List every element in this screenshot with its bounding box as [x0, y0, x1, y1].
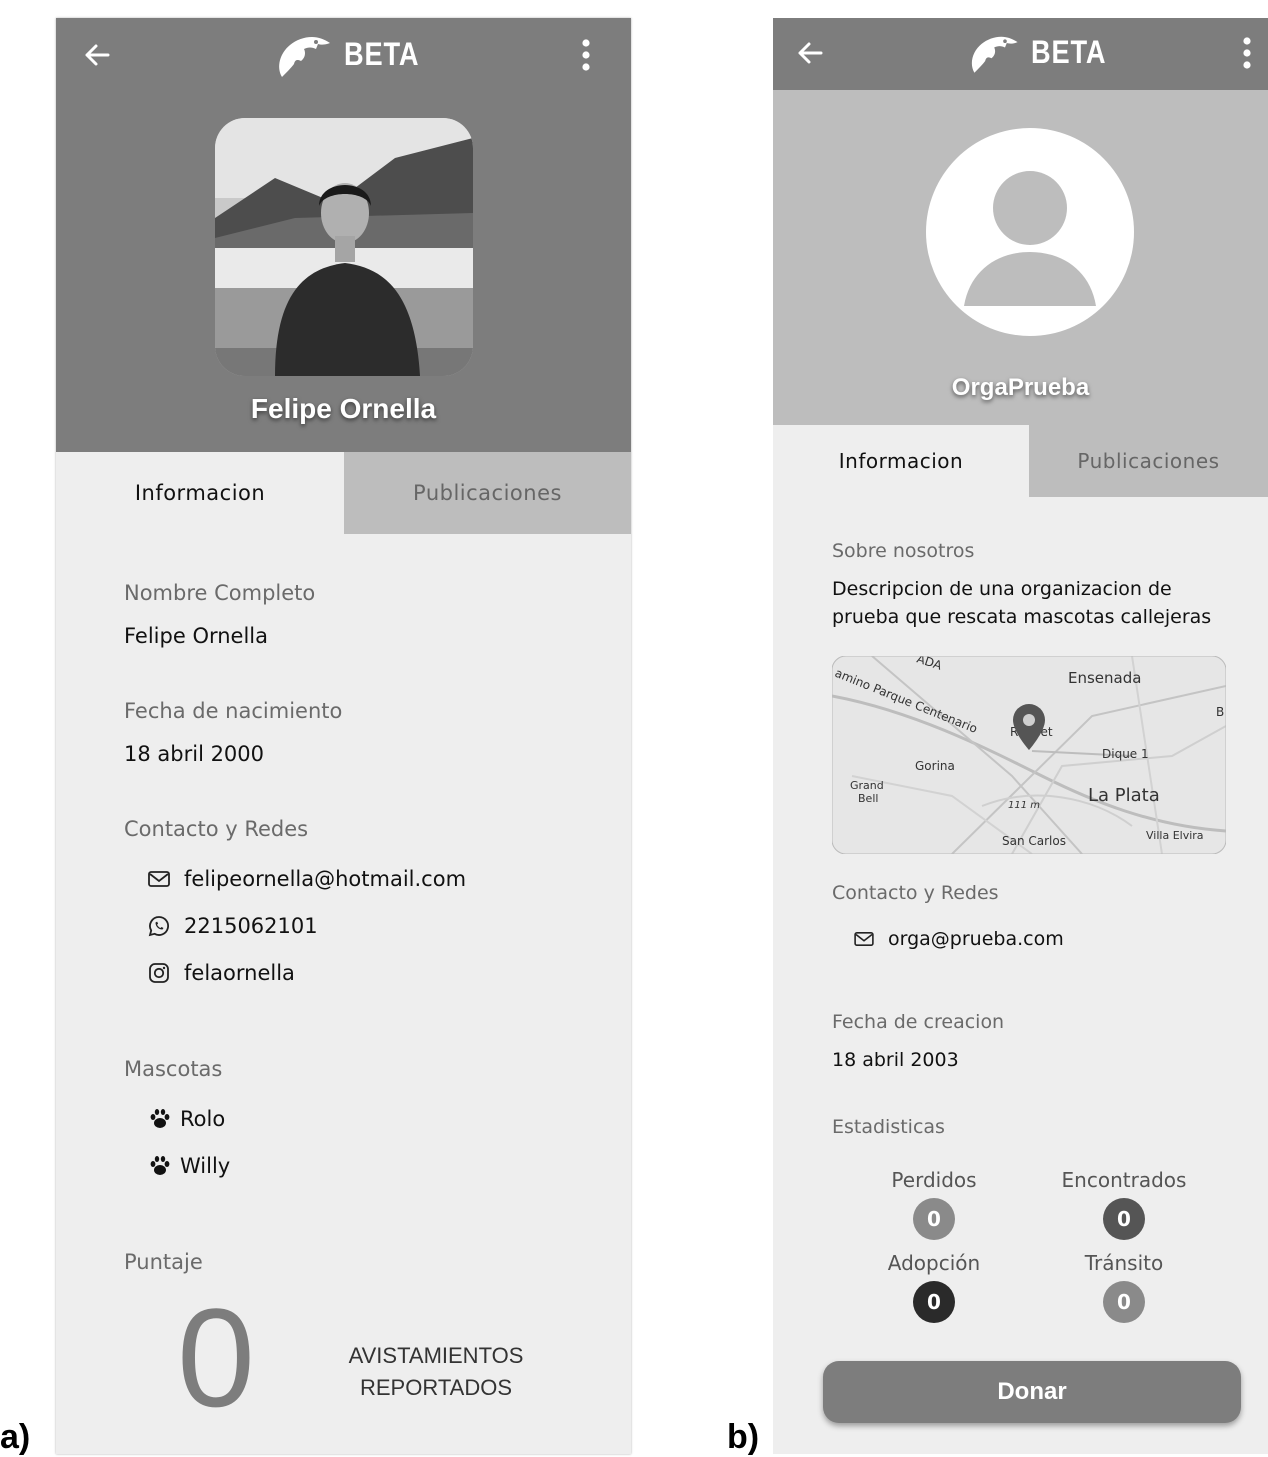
tab-publicaciones[interactable]: Publicaciones: [1029, 425, 1268, 497]
birth-date-label: Fecha de nacimiento: [124, 699, 343, 723]
logo-text: BETA: [344, 35, 420, 72]
stat-encontrados: Encontrados 0: [1054, 1168, 1194, 1240]
map-label-b: B: [1216, 705, 1224, 719]
panel-label-b: b): [727, 1418, 760, 1456]
instagram-icon: [149, 963, 169, 983]
contact-whatsapp: 2215062101: [184, 914, 318, 938]
dog-logo-icon: [279, 37, 330, 77]
stat-perdidos: Perdidos 0: [864, 1168, 1004, 1240]
score-value: 0: [177, 1279, 255, 1436]
profile-name: OrgaPrueba: [951, 374, 1090, 401]
more-vert-icon[interactable]: [1241, 36, 1253, 70]
back-arrow-icon[interactable]: [795, 38, 825, 68]
score-caption-line2: REPORTADOS: [360, 1375, 512, 1400]
stat-label: Encontrados: [1061, 1168, 1187, 1192]
score-label: Puntaje: [124, 1250, 203, 1274]
map-label-ensenada: Ensenada: [1068, 669, 1141, 687]
logo-text: BETA: [1031, 33, 1107, 70]
full-name-label: Nombre Completo: [124, 581, 316, 605]
profile-photo: [215, 118, 473, 376]
stat-value: 0: [913, 1281, 955, 1323]
tab-informacion[interactable]: Informacion: [56, 452, 344, 534]
organization-profile-screen: BETA OrgaPrueba Informacion Publicacione…: [773, 18, 1268, 1454]
pets-label: Mascotas: [124, 1057, 223, 1081]
stat-value: 0: [1103, 1198, 1145, 1240]
creation-date-value: 18 abril 2003: [832, 1049, 959, 1071]
map-label-bell: Bell: [858, 792, 878, 805]
score-caption-line1: AVISTAMIENTOS: [348, 1343, 524, 1368]
stat-value: 0: [1103, 1281, 1145, 1323]
full-name-value: Felipe Ornella: [124, 624, 269, 648]
map-label-distance: 111 m: [1008, 800, 1040, 811]
more-vert-icon[interactable]: [580, 38, 592, 72]
stat-label: Tránsito: [1084, 1251, 1164, 1275]
contact-email: orga@prueba.com: [888, 928, 1064, 950]
map-label-villa-elvira: Villa Elvira: [1146, 829, 1204, 842]
contact-instagram-row[interactable]: felaornella: [148, 961, 295, 985]
pet-item[interactable]: Willy: [148, 1154, 230, 1178]
pet-name: Willy: [180, 1154, 231, 1178]
about-text-line1: Descripcion de una organizacion de: [832, 578, 1172, 600]
app-bar: BETA: [773, 18, 1268, 90]
map-label-gorina: Gorina: [915, 759, 955, 773]
whatsapp-icon: [148, 916, 169, 937]
contact-instagram: felaornella: [184, 961, 295, 985]
stat-transito: Tránsito 0: [1054, 1251, 1194, 1323]
about-text-line2: prueba que rescata mascotas callejeras: [832, 606, 1212, 628]
app-bar: BETA: [56, 18, 631, 90]
contact-email-row[interactable]: felipeornella@hotmail.com: [148, 867, 466, 891]
pet-item[interactable]: Rolo: [148, 1107, 225, 1131]
location-map[interactable]: Ensenada La Plata Gorina Grand Bell Diqu…: [832, 656, 1226, 854]
creation-date-label: Fecha de creacion: [832, 1011, 1005, 1033]
contact-email: felipeornella@hotmail.com: [184, 867, 467, 891]
contact-label: Contacto y Redes: [832, 882, 999, 904]
profile-header: OrgaPrueba: [773, 90, 1268, 425]
profile-name: Felipe Ornella: [250, 393, 437, 424]
mail-icon: [148, 871, 170, 887]
mail-icon: [854, 931, 874, 947]
back-arrow-icon[interactable]: [82, 40, 112, 70]
panel-label-a: a): [0, 1418, 31, 1456]
stat-label: Adopción: [887, 1251, 981, 1275]
map-label-san-carlos: San Carlos: [1002, 834, 1066, 848]
paw-icon: [150, 1156, 170, 1175]
app-logo: BETA: [969, 24, 1120, 80]
pet-name: Rolo: [180, 1107, 226, 1131]
tab-publicaciones[interactable]: Publicaciones: [344, 452, 631, 534]
contact-whatsapp-row[interactable]: 2215062101: [148, 914, 318, 938]
paw-icon: [150, 1109, 170, 1128]
tab-informacion[interactable]: Informacion: [773, 425, 1029, 497]
stat-adopcion: Adopción 0: [864, 1251, 1004, 1323]
avatar-placeholder-icon: [926, 128, 1134, 336]
map-label-dique: Dique 1: [1102, 747, 1149, 761]
contact-email-row[interactable]: orga@prueba.com: [854, 928, 1064, 950]
stat-label: Perdidos: [891, 1168, 977, 1192]
map-label-grand: Grand: [850, 779, 884, 792]
donate-button[interactable]: Donar: [823, 1361, 1241, 1423]
contact-label: Contacto y Redes: [124, 817, 309, 841]
profile-header: BETA Felipe Ornella: [56, 18, 631, 452]
score-caption: AVISTAMIENTOS REPORTADOS: [326, 1340, 546, 1404]
about-label: Sobre nosotros: [832, 540, 975, 562]
user-profile-screen: BETA Felipe Ornella Informacion Publicac…: [56, 18, 631, 1454]
birth-date-value: 18 abril 2000: [124, 742, 265, 766]
app-logo: BETA: [276, 26, 433, 82]
dog-logo-icon: [971, 36, 1018, 73]
stat-value: 0: [913, 1198, 955, 1240]
map-label-la-plata: La Plata: [1088, 785, 1160, 806]
stats-label: Estadisticas: [832, 1116, 945, 1138]
